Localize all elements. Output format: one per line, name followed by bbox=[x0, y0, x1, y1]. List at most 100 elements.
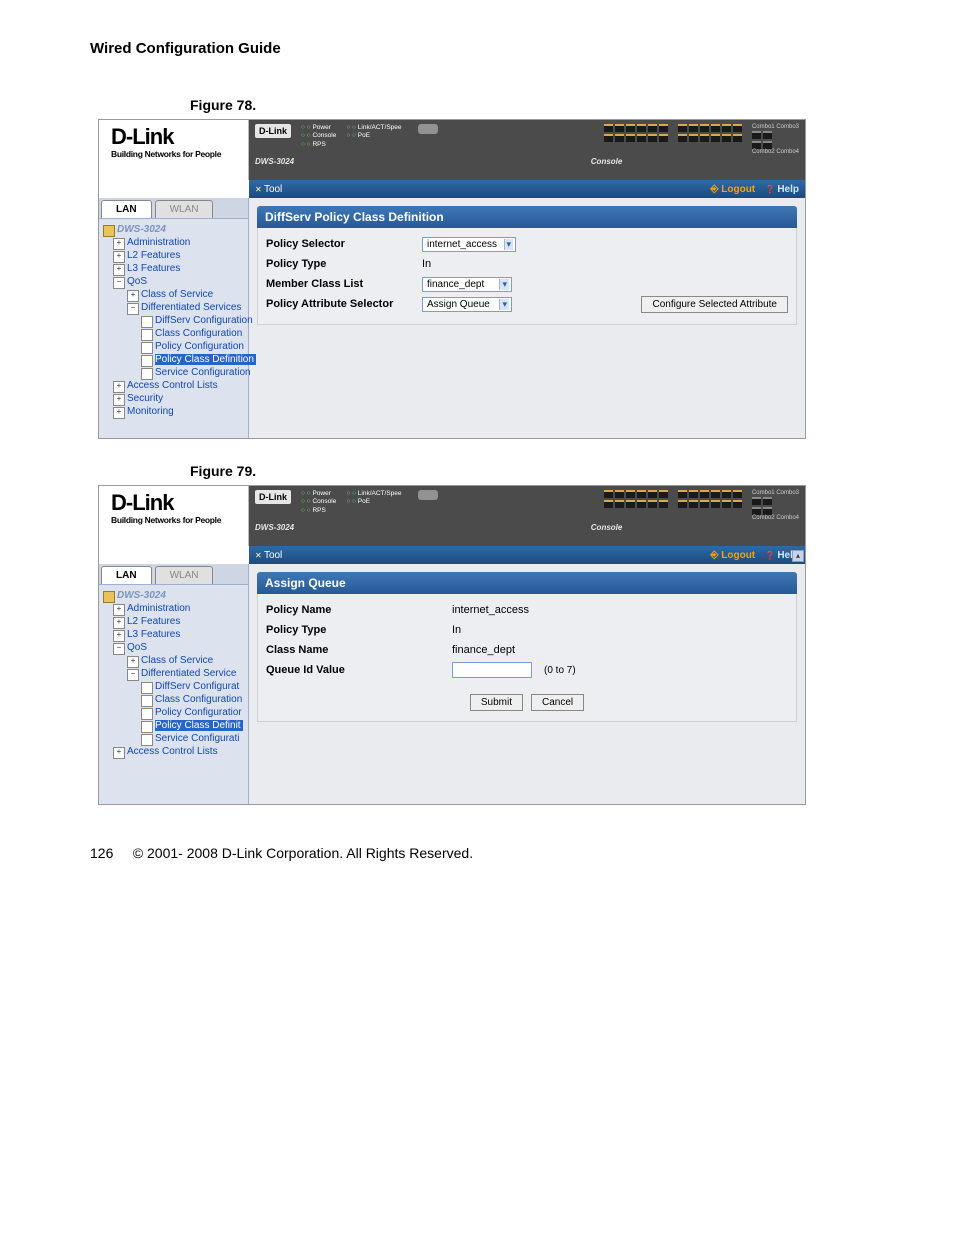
main-content-79: Assign Queue Policy Name internet_access… bbox=[249, 564, 805, 804]
tree-root-79[interactable]: DWS-3024 bbox=[103, 589, 246, 602]
value-policy-type-79: In bbox=[452, 624, 461, 636]
label-queue-id: Queue Id Value bbox=[266, 664, 416, 676]
tree-diffserv[interactable]: Differentiated Services bbox=[127, 301, 246, 314]
select-member-class[interactable]: finance_dept bbox=[422, 277, 512, 292]
dlink-logo-79: D-Link bbox=[111, 492, 240, 514]
tree-policy-class-def[interactable]: Policy Class Definition bbox=[141, 353, 246, 366]
copyright: © 2001- 2008 D-Link Corporation. All Rig… bbox=[133, 845, 473, 861]
mini-logo: D-Link bbox=[255, 124, 291, 138]
dlink-logo: D-Link bbox=[111, 126, 240, 148]
tree-class-config[interactable]: Class Configuration bbox=[141, 327, 246, 340]
figure-78-label: Figure 78. bbox=[190, 97, 894, 113]
console-port-icon-79 bbox=[418, 490, 438, 500]
tree-admin[interactable]: Administration bbox=[113, 236, 246, 249]
label-policy-type: Policy Type bbox=[266, 258, 416, 270]
model-label-79: DWS-3024 bbox=[255, 523, 294, 532]
tree-class-config-79[interactable]: Class Configuration bbox=[141, 693, 246, 706]
logo-cell-79: D-Link Building Networks for People bbox=[99, 486, 249, 546]
tree-admin-79[interactable]: Administration bbox=[113, 602, 246, 615]
tree-root[interactable]: DWS-3024 bbox=[103, 223, 246, 236]
led-group-right: Link/ACT/Spee PoE bbox=[346, 124, 401, 141]
tool-button[interactable]: Tool bbox=[255, 184, 282, 195]
tree-acl[interactable]: Access Control Lists bbox=[113, 379, 246, 392]
page-number: 126 bbox=[90, 845, 113, 861]
led-group-left: Power Console RPS bbox=[301, 124, 336, 149]
tree-qos-79[interactable]: QoS bbox=[113, 641, 246, 654]
input-queue-id[interactable] bbox=[452, 662, 532, 678]
label-attr-selector: Policy Attribute Selector bbox=[266, 298, 416, 310]
label-policy-name: Policy Name bbox=[266, 604, 416, 616]
combo-label-top: Combo1 Combo3 bbox=[752, 124, 799, 130]
dlink-tagline: Building Networks for People bbox=[111, 149, 240, 159]
model-label: DWS-3024 bbox=[255, 157, 294, 166]
scroll-up-icon[interactable]: ▴ bbox=[792, 550, 804, 562]
select-policy-selector[interactable]: internet_access bbox=[422, 237, 516, 252]
help-button[interactable]: Help bbox=[765, 184, 799, 195]
device-ports-panel-79: D-Link Power Console RPS Link/ACT/Spee P… bbox=[249, 486, 805, 546]
tree-acl-79[interactable]: Access Control Lists bbox=[113, 745, 246, 758]
submit-button[interactable]: Submit bbox=[470, 694, 523, 711]
led-group-left-79: Power Console RPS bbox=[301, 490, 336, 515]
value-policy-name: internet_access bbox=[452, 604, 529, 616]
tree-l3-79[interactable]: L3 Features bbox=[113, 628, 246, 641]
console-label-79: Console bbox=[591, 523, 623, 532]
device-ports-panel: D-Link Power Console RPS Link/ACT/Spee P… bbox=[249, 120, 805, 180]
nav-tree-79: DWS-3024 Administration L2 Features L3 F… bbox=[99, 585, 248, 766]
port-block-1 bbox=[604, 124, 668, 132]
mini-logo-79: D-Link bbox=[255, 490, 291, 504]
tab-wlan-79[interactable]: WLAN bbox=[155, 566, 214, 584]
panel-header-78: DiffServ Policy Class Definition bbox=[257, 206, 797, 228]
tree-policy-config[interactable]: Policy Configuration bbox=[141, 340, 246, 353]
combo-label-bot: Combo2 Combo4 bbox=[752, 149, 799, 155]
tree-security[interactable]: Security bbox=[113, 392, 246, 405]
console-port-icon bbox=[418, 124, 438, 134]
sidebar-79: LAN WLAN DWS-3024 Administration L2 Feat… bbox=[99, 564, 249, 804]
logo-cell: D-Link Building Networks for People bbox=[99, 120, 249, 180]
tab-lan[interactable]: LAN bbox=[101, 200, 152, 218]
tab-wlan[interactable]: WLAN bbox=[155, 200, 214, 218]
select-attr-selector[interactable]: Assign Queue bbox=[422, 297, 512, 312]
tool-button-79[interactable]: Tool bbox=[255, 550, 282, 561]
tree-monitoring[interactable]: Monitoring bbox=[113, 405, 246, 418]
tree-cos-79[interactable]: Class of Service bbox=[127, 654, 246, 667]
tree-diffserv-config-79[interactable]: DiffServ Configurat bbox=[141, 680, 246, 693]
value-policy-type: In bbox=[422, 258, 431, 270]
port-block-2 bbox=[678, 124, 742, 132]
figure-78-screenshot: D-Link Building Networks for People D-Li… bbox=[98, 119, 806, 439]
configure-attribute-button[interactable]: Configure Selected Attribute bbox=[641, 296, 788, 313]
figure-79-label: Figure 79. bbox=[190, 463, 894, 479]
hint-queue-id: (0 to 7) bbox=[544, 665, 576, 676]
label-member-class: Member Class List bbox=[266, 278, 416, 290]
tree-qos[interactable]: QoS bbox=[113, 275, 246, 288]
panel-header-79: Assign Queue bbox=[257, 572, 797, 594]
page-footer: 126 © 2001- 2008 D-Link Corporation. All… bbox=[90, 845, 894, 861]
label-policy-type-79: Policy Type bbox=[266, 624, 416, 636]
tree-l3[interactable]: L3 Features bbox=[113, 262, 246, 275]
value-class-name: finance_dept bbox=[452, 644, 515, 656]
cancel-button[interactable]: Cancel bbox=[531, 694, 584, 711]
toolbar: Tool Logout Help bbox=[249, 180, 805, 198]
tree-l2-79[interactable]: L2 Features bbox=[113, 615, 246, 628]
dlink-tagline-79: Building Networks for People bbox=[111, 515, 240, 525]
label-class-name: Class Name bbox=[266, 644, 416, 656]
label-policy-selector: Policy Selector bbox=[266, 238, 416, 250]
tree-service-config-79[interactable]: Service Configurati bbox=[141, 732, 246, 745]
sidebar: LAN WLAN DWS-3024 Administration L2 Feat… bbox=[99, 198, 249, 438]
logout-button-79[interactable]: Logout bbox=[710, 550, 755, 561]
tab-lan-79[interactable]: LAN bbox=[101, 566, 152, 584]
toolbar-79: Tool Logout Help bbox=[249, 546, 805, 564]
console-label: Console bbox=[591, 157, 623, 166]
tree-diffserv-config[interactable]: DiffServ Configuration bbox=[141, 314, 246, 327]
tree-service-config[interactable]: Service Configuration bbox=[141, 366, 246, 379]
tree-diffserv-79[interactable]: Differentiated Service bbox=[127, 667, 246, 680]
tree-cos[interactable]: Class of Service bbox=[127, 288, 246, 301]
tree-l2[interactable]: L2 Features bbox=[113, 249, 246, 262]
main-content-78: DiffServ Policy Class Definition Policy … bbox=[249, 198, 805, 438]
tree-policy-config-79[interactable]: Policy Configuratior bbox=[141, 706, 246, 719]
figure-79-screenshot: ▴ D-Link Building Networks for People D-… bbox=[98, 485, 806, 805]
logout-button[interactable]: Logout bbox=[710, 184, 755, 195]
nav-tree: DWS-3024 Administration L2 Features L3 F… bbox=[99, 219, 248, 426]
doc-title: Wired Configuration Guide bbox=[90, 40, 894, 57]
tree-policy-class-def-79[interactable]: Policy Class Definit bbox=[141, 719, 246, 732]
led-group-right-79: Link/ACT/Spee PoE bbox=[346, 490, 401, 507]
